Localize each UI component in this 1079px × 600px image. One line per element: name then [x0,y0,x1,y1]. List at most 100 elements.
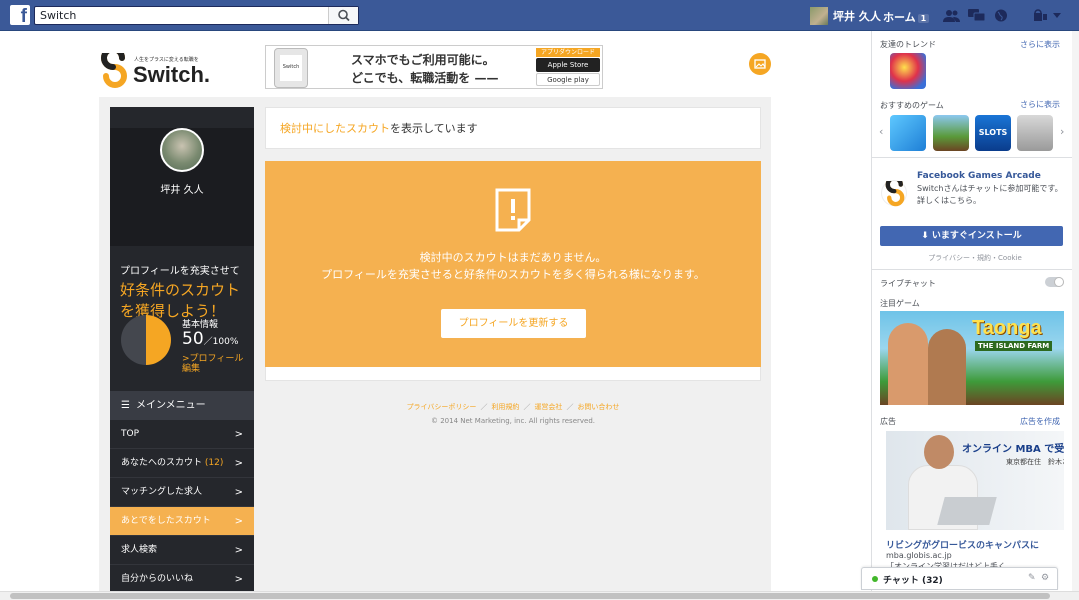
character-woman [888,323,928,405]
google-play-button[interactable]: Google play [536,73,600,86]
horizontal-scrollbar[interactable] [0,591,1079,600]
farm-game-icon[interactable] [933,115,969,151]
arcade-description: Switchさんはチャットに参加可能です。 詳しくはこちら。 [917,183,1067,207]
chevron-left-icon[interactable]: ‹ [879,125,883,138]
compose-icon[interactable]: ✎ [1028,573,1036,583]
fb-profile-link[interactable]: 坪井 久人 [810,7,881,25]
featured-game-logo: Taonga [972,317,1042,339]
chevron-right-icon: > [234,429,243,440]
chevron-right-icon: > [234,545,243,556]
footer-link-company[interactable]: 運営会社 [534,403,562,411]
banner-line-1: スマホでもご利用可能に。 [351,53,495,67]
install-label: いますぐインストール [931,231,1022,241]
switch-logo-mark-icon [885,175,905,207]
footer-separator: ／ [523,403,531,411]
arcade-title[interactable]: Facebook Games Arcade [917,171,1041,181]
main-menu-header: ☰ メインメニュー [110,391,254,420]
create-ad-link[interactable]: 広告を作成 [1020,416,1060,427]
switch-logo-mark-icon [101,53,127,88]
trend-see-more-link[interactable]: さらに表示 [1020,39,1060,50]
download-icon: ⬇ [921,231,932,241]
progress-unit: ／100% [203,337,239,347]
page-notice: 検討中にしたスカウトを表示しています [265,107,761,149]
menu-item-top[interactable]: TOP > [110,420,254,449]
menu-item-job-search[interactable]: 求人検索 > [110,536,254,565]
live-chat-toggle[interactable] [1045,277,1064,287]
gear-icon[interactable]: ⚙ [1041,573,1049,583]
zigzag-game-icon[interactable] [890,115,926,151]
featured-game-image[interactable]: Taonga THE ISLAND FARM [880,311,1064,405]
fb-home-link[interactable]: ホーム 1 [883,9,930,25]
chevron-right-icon[interactable]: › [1060,125,1064,138]
left-sidebar: 坪井 久人 プロフィールを充実させて 好条件のスカウト を獲得しよう！ 基本情報… [110,107,254,591]
menu-header-label: メインメニュー [135,400,206,411]
friend-requests-icon[interactable] [943,9,960,22]
search-button[interactable] [328,7,358,24]
facebook-logo-icon[interactable]: f [10,5,30,25]
phone-screen-label: Switch [280,55,302,81]
scrollbar-thumb[interactable] [10,593,1050,599]
chevron-right-icon: > [234,516,243,527]
ad-laptop [937,497,997,525]
stickman-game-icon[interactable] [1017,115,1053,151]
menu-item-later-scouts[interactable]: あとでをしたスカウト > [110,507,254,536]
account-menu-icon[interactable] [1034,9,1062,22]
messages-icon[interactable] [968,9,985,22]
chat-label: チャット (32) [883,576,943,586]
online-status-icon [872,576,878,582]
facebook-search-box[interactable]: Switch [34,6,359,25]
footer-separator: ／ [566,403,574,411]
install-now-button[interactable]: ⬇ いますぐインストール [880,226,1063,246]
user-avatar[interactable] [160,128,204,172]
footer-link-terms[interactable]: 利用規約 [491,403,519,411]
ad-title-link[interactable]: リビングがグロービスのキャンパスに [886,538,1039,551]
games-see-more-link[interactable]: さらに表示 [1020,99,1060,110]
footer-link-privacy[interactable]: プライバシーポリシー [407,403,477,411]
app-download-header: アプリダウンロード [536,48,600,57]
menu-item-my-likes[interactable]: 自分からのいいね > [110,565,254,591]
toggle-knob [1054,277,1064,287]
menu-item-matched-jobs[interactable]: マッチングした求人 > [110,478,254,507]
apple-store-button[interactable]: Apple Store [536,58,600,72]
menu-item-scouts[interactable]: あなたへのスカウト (12) > [110,449,254,478]
chat-bar[interactable]: チャット (32) ✎ ⚙ [861,567,1058,590]
copyright: © 2014 Net Marketing, inc. All rights re… [431,417,595,425]
footer-link-contact[interactable]: お問い合わせ [577,403,619,411]
promo-line-1: プロフィールを充実させて [120,266,240,277]
arcade-learn-more-link[interactable]: 詳しくはこちら。 [917,196,981,205]
sidebar-user-block: 坪井 久人 [110,128,254,246]
image-icon [754,59,766,69]
privacy-links[interactable]: プライバシー・規約・Cookie [872,253,1078,263]
profile-photo-button[interactable] [749,53,771,75]
featured-game-subtitle: THE ISLAND FARM [975,341,1053,351]
profile-progress-pie [121,315,171,365]
games-arcade-promo: Facebook Games Arcade Switchさんはチャットに参加可能… [872,157,1078,270]
phone-image: Switch [274,48,308,88]
menu-item-label: TOP [121,429,140,439]
arcade-desc-text: Switchさんはチャットに参加可能です。 [917,184,1063,193]
empty-state-panel: 検討中のスカウトはまだありません。 プロフィールを充実させると好条件のスカウトを… [265,161,761,367]
app-download-banner[interactable]: Switch スマホでもご利用可能に。 どこでも、転職活動を —— アプリダウン… [265,45,603,89]
update-profile-button[interactable]: プロフィールを更新する [441,309,586,338]
facebook-top-bar: f Switch 坪井 久人 ホーム 1 [0,0,1079,31]
logo-name: Switch. [133,62,211,87]
promo-line-2: 好条件のスカウト [120,281,241,299]
candy-crush-game-icon[interactable] [890,53,926,89]
ad-image[interactable]: オンライン MBA で受講中 東京都在住 鈴木さん [886,431,1064,530]
vertical-scrollbar[interactable] [1072,31,1079,591]
switch-app-icon [881,175,907,207]
ad-banner-caption: 東京都在住 鈴木さん [1006,458,1064,466]
slots-game-icon[interactable]: SLOTS [975,115,1011,151]
edit-profile-link[interactable]: >プロフィール編集 [182,354,250,374]
search-input[interactable]: Switch [40,9,76,22]
menu-item-label: あとでをしたスカウト [121,516,211,526]
character-man [928,329,966,405]
ad-person-head [924,435,954,469]
switch-logo[interactable]: 人生をプラスに変える転職を Switch. [100,53,215,91]
home-badge: 1 [917,14,930,23]
avatar [810,7,828,25]
empty-panel-footer [265,367,761,381]
notifications-globe-icon[interactable] [993,9,1010,22]
featured-game-header: 注目ゲーム [880,299,920,308]
document-alert-icon [495,188,531,232]
